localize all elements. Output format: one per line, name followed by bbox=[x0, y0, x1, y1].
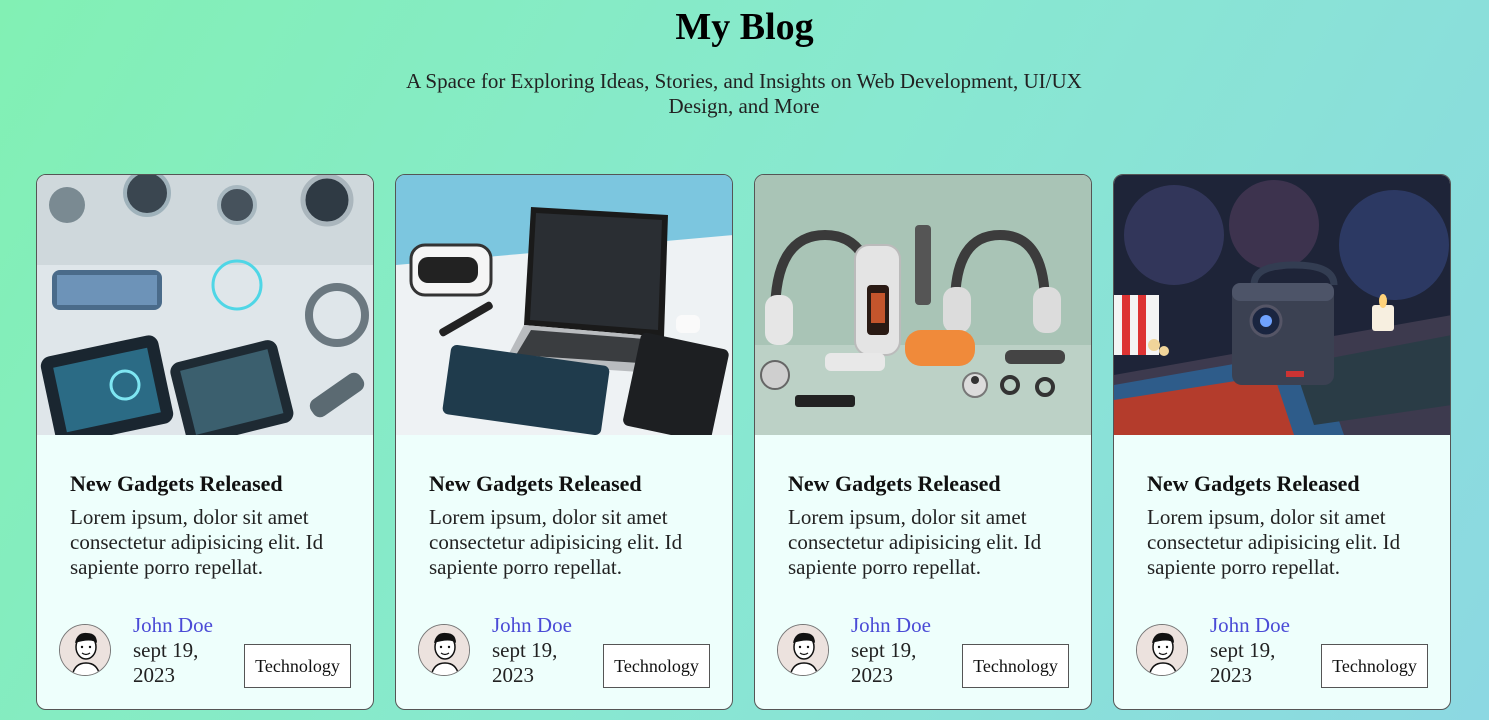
author-link[interactable]: John Doe bbox=[1210, 613, 1290, 638]
card-excerpt: Lorem ipsum, dolor sit amet consectetur … bbox=[429, 505, 683, 579]
headphones-image bbox=[755, 175, 1091, 435]
card-title[interactable]: New Gadgets Released bbox=[70, 471, 283, 497]
category-tag[interactable]: Technology bbox=[1321, 644, 1428, 688]
avatar bbox=[59, 624, 111, 676]
post-date: sept 19, 2023 bbox=[851, 638, 917, 687]
author-link[interactable]: John Doe bbox=[133, 613, 213, 638]
blog-card[interactable]: New Gadgets Released Lorem ipsum, dolor … bbox=[36, 174, 374, 710]
projector-image bbox=[1114, 175, 1450, 435]
blog-card[interactable]: New Gadgets Released Lorem ipsum, dolor … bbox=[1113, 174, 1451, 710]
blog-card[interactable]: New Gadgets Released Lorem ipsum, dolor … bbox=[754, 174, 1092, 710]
page-subtitle: A Space for Exploring Ideas, Stories, an… bbox=[406, 69, 1082, 118]
category-tag[interactable]: Technology bbox=[603, 644, 710, 688]
author-link[interactable]: John Doe bbox=[492, 613, 572, 638]
avatar bbox=[1136, 624, 1188, 676]
avatar bbox=[418, 624, 470, 676]
category-tag[interactable]: Technology bbox=[244, 644, 351, 688]
card-title[interactable]: New Gadgets Released bbox=[1147, 471, 1360, 497]
card-title[interactable]: New Gadgets Released bbox=[429, 471, 642, 497]
laptop-desk-image bbox=[396, 175, 732, 435]
card-excerpt: Lorem ipsum, dolor sit amet consectetur … bbox=[1147, 505, 1401, 579]
blog-card[interactable]: New Gadgets Released Lorem ipsum, dolor … bbox=[395, 174, 733, 710]
avatar bbox=[777, 624, 829, 676]
card-excerpt: Lorem ipsum, dolor sit amet consectetur … bbox=[788, 505, 1042, 579]
card-title[interactable]: New Gadgets Released bbox=[788, 471, 1001, 497]
post-date: sept 19, 2023 bbox=[133, 638, 199, 687]
post-date: sept 19, 2023 bbox=[1210, 638, 1276, 687]
post-date: sept 19, 2023 bbox=[492, 638, 558, 687]
category-tag[interactable]: Technology bbox=[962, 644, 1069, 688]
card-excerpt: Lorem ipsum, dolor sit amet consectetur … bbox=[70, 505, 324, 579]
page-title: My Blog bbox=[675, 6, 814, 48]
author-link[interactable]: John Doe bbox=[851, 613, 931, 638]
gadgets-flatlay-image bbox=[37, 175, 373, 435]
